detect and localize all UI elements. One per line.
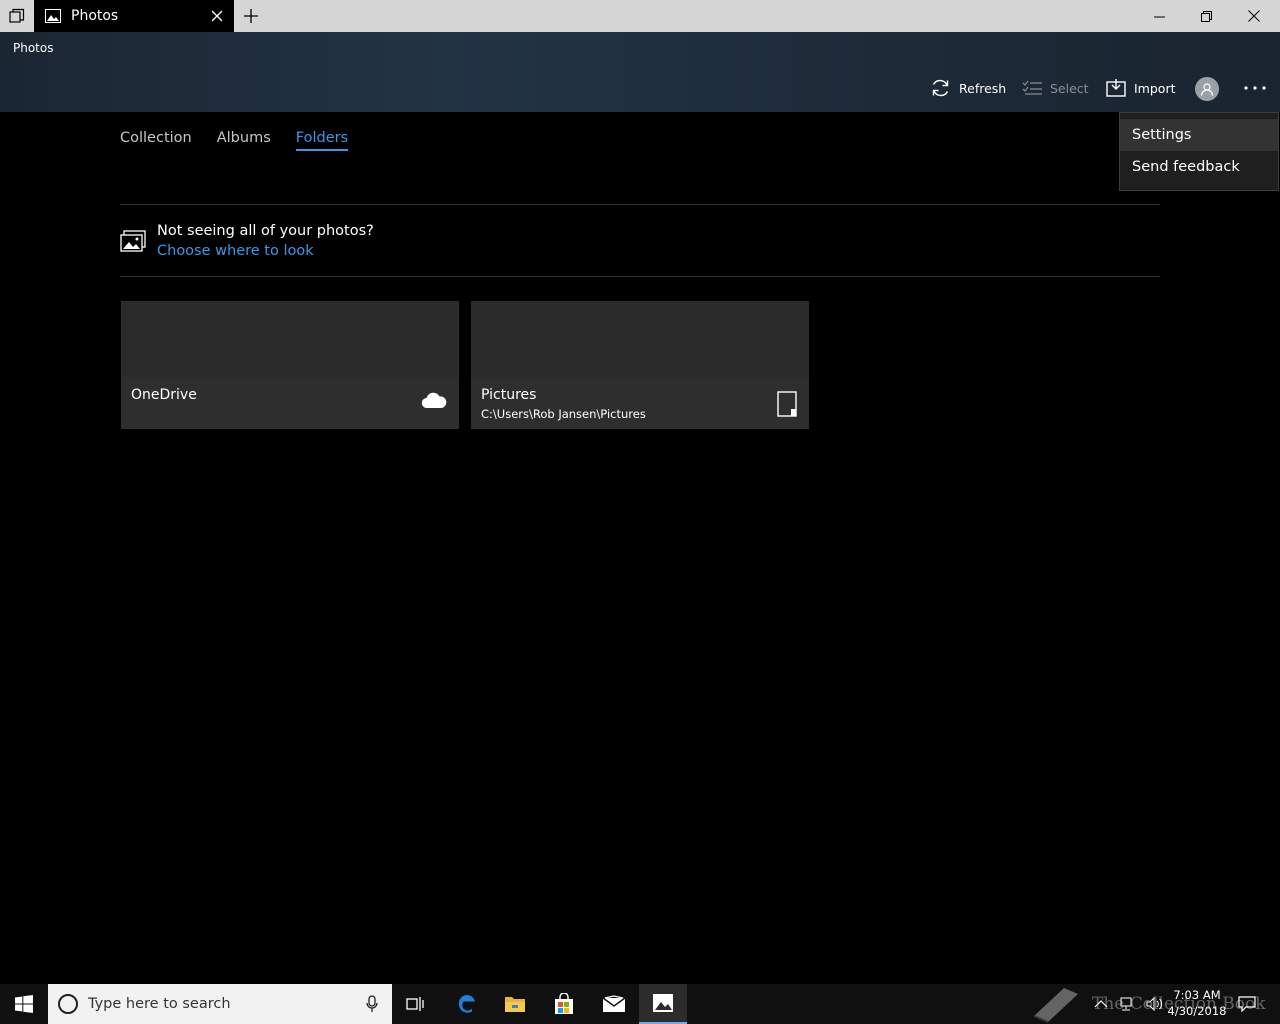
refresh-label: Refresh [959,80,1007,96]
action-center-icon[interactable] [1238,996,1256,1016]
notice-title: Not seeing all of your photos? [157,223,374,239]
refresh-icon [932,79,949,97]
clock[interactable]: 7:03 AM 4/30/2018 [1162,987,1232,1019]
divider [120,204,1160,205]
close-window-button[interactable] [1231,0,1277,32]
mail-icon[interactable] [590,984,638,1024]
task-view-icon[interactable] [392,984,440,1024]
photos-taskbar-icon[interactable] [639,984,687,1024]
close-icon[interactable] [208,7,226,25]
tab-photos[interactable]: Photos [34,0,234,32]
folder-name: Pictures [481,387,537,403]
more-icon [1244,86,1266,90]
more-options-button[interactable] [1243,80,1267,96]
tile-caption-band [121,377,459,429]
new-tab-button[interactable] [240,5,262,27]
folder-tile-onedrive[interactable]: OneDrive [121,301,459,429]
account-avatar[interactable] [1195,77,1219,101]
folder-name: OneDrive [131,387,197,403]
system-tray [1094,984,1164,1024]
tab-folders[interactable]: Folders [295,130,349,151]
select-label: Select [1050,80,1089,96]
select-icon [1022,80,1042,95]
store-icon[interactable] [540,984,588,1024]
clock-date: 4/30/2018 [1167,1004,1227,1018]
restore-button[interactable] [1183,0,1229,32]
cloud-icon [421,391,447,413]
file-explorer-icon[interactable] [491,984,539,1024]
book-icon [1033,988,1078,1023]
device-icon [777,391,797,421]
import-icon [1106,79,1126,97]
folder-tile-pictures[interactable]: Pictures C:\Users\Rob Jansen\Pictures [471,301,809,429]
divider [120,276,1160,277]
menu-item-settings[interactable]: Settings [1120,119,1278,151]
select-button[interactable]: Select [1022,76,1089,100]
tile-caption-band [471,377,809,429]
clock-time: 7:03 AM [1173,988,1221,1002]
windows-icon [15,995,33,1013]
photos-app-icon [45,8,61,24]
title-bar: Photos [0,0,1280,32]
tab-collection[interactable]: Collection [120,130,192,151]
import-button[interactable]: Import [1106,76,1176,100]
menu-item-send-feedback[interactable]: Send feedback [1120,151,1278,183]
app-header: Photos Refresh Select Import [0,32,1280,112]
more-options-menu: Settings Send feedback [1119,112,1279,191]
refresh-button[interactable]: Refresh [930,76,1006,100]
photo-icon [120,230,146,252]
chevron-up-icon [1094,1000,1108,1008]
choose-where-to-look-link[interactable]: Choose where to look [157,243,314,259]
network-icon [1120,997,1132,1011]
edge-icon[interactable] [443,984,491,1024]
tab-switcher-icon[interactable] [0,0,34,32]
search-placeholder: Type here to search [88,996,231,1012]
taskbar: Type here to search The Collection Book … [0,984,1280,1024]
import-label: Import [1134,80,1176,96]
cortana-icon [58,994,78,1014]
taskbar-search[interactable]: Type here to search [48,984,392,1024]
tab-albums[interactable]: Albums [217,130,271,151]
microphone-icon[interactable] [366,995,378,1017]
minimize-button[interactable] [1136,0,1182,32]
start-button[interactable] [0,984,48,1024]
user-icon [1200,83,1214,96]
folder-path: C:\Users\Rob Jansen\Pictures [481,407,646,421]
app-title: Photos [13,41,54,55]
tab-title: Photos [71,8,119,24]
view-tabs: Collection Albums Folders [120,130,373,151]
